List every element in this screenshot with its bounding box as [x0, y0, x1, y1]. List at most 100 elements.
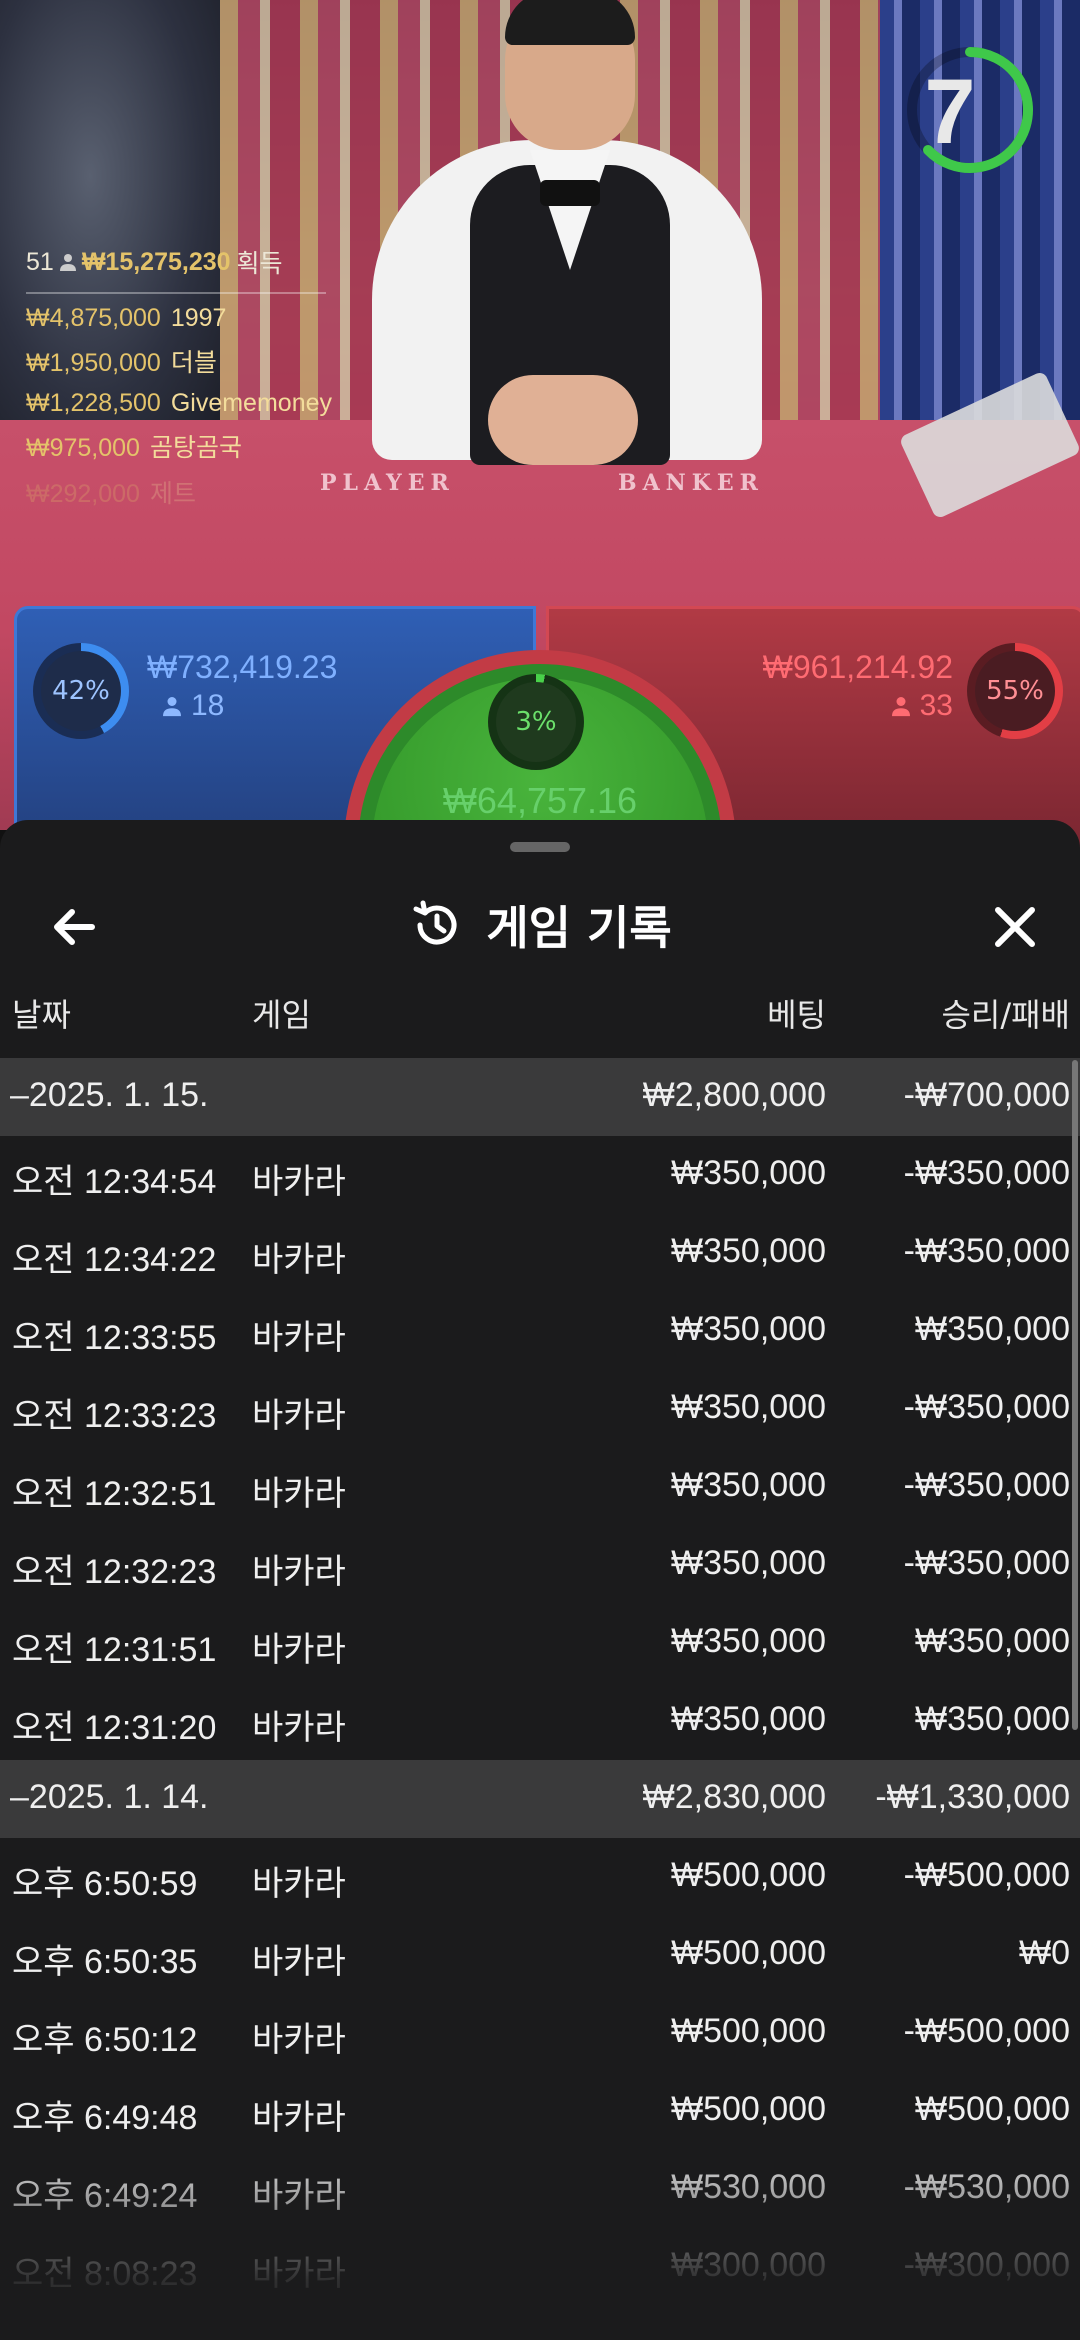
row-result: ₩0: [1019, 1934, 1070, 1972]
row-bet: ₩350,000: [671, 1466, 826, 1504]
winner-row: ₩292,000 제트: [26, 474, 326, 510]
date-group-row[interactable]: –2025. 1. 14. ₩2,830,000 -₩1,330,000: [0, 1760, 1080, 1838]
row-result: -₩300,000: [903, 2246, 1070, 2284]
timer-seconds: 7: [924, 61, 976, 163]
winners-summary: 51 ₩15,275,230 획득: [26, 244, 326, 294]
history-row: 오후 6:50:59 바카라 ₩500,000 -₩500,000: [0, 1838, 1080, 1916]
history-row: 오전 12:32:51 바카라 ₩350,000 -₩350,000: [0, 1448, 1080, 1526]
dealer-hands: [488, 375, 638, 465]
row-game: 바카라: [252, 1163, 346, 1201]
row-result: ₩500,000: [915, 2090, 1070, 2128]
history-row: 오전 12:34:54 바카라 ₩350,000 -₩350,000: [0, 1136, 1080, 1214]
row-result: -₩350,000: [903, 1154, 1070, 1192]
row-date: –2025. 1. 15.: [10, 1076, 209, 1114]
column-bet: 베팅: [767, 996, 826, 1034]
close-icon: [995, 907, 1035, 947]
felt-banker-label: BANKER: [618, 470, 764, 496]
person-icon: [59, 254, 76, 271]
dealer-bowtie: [540, 180, 600, 206]
banker-percent: 55%: [986, 676, 1044, 706]
history-row: 오전 12:32:23 바카라 ₩350,000 -₩350,000: [0, 1526, 1080, 1604]
row-bet: ₩350,000: [671, 1232, 826, 1270]
winner-amount: ₩4,875,000: [26, 304, 161, 332]
round-timer: 7: [900, 40, 1040, 180]
row-date: 오전 12:33:55: [12, 1319, 217, 1357]
banker-bet-amount: ₩961,214.92: [762, 649, 953, 685]
date-group-row[interactable]: –2025. 1. 15. ₩2,800,000 -₩700,000: [0, 1058, 1080, 1136]
winner-row: ₩1,228,500 Givememoney: [26, 389, 332, 418]
row-game: 바카라: [252, 1943, 346, 1981]
player-percent-ring: 42%: [33, 643, 129, 739]
row-date: 오후 6:50:59: [12, 1865, 198, 1903]
player-bettor-count: 18: [163, 689, 224, 723]
column-game: 게임: [252, 996, 311, 1034]
row-bet: ₩500,000: [671, 1856, 826, 1894]
tie-bet-amount: ₩64,757.16: [442, 780, 638, 821]
row-result: ₩350,000: [915, 1622, 1070, 1660]
winner-name: 제트: [149, 480, 196, 508]
winner-name: Givememoney: [170, 389, 332, 417]
player-bet-amount: ₩732,419.23: [147, 649, 338, 685]
banker-bettor-count: 33: [891, 689, 953, 723]
felt-player-label: PLAYER: [320, 470, 455, 496]
row-game: 바카라: [252, 1397, 346, 1435]
history-row: 오전 12:33:55 바카라 ₩350,000 ₩350,000: [0, 1292, 1080, 1370]
row-date: 오후 6:49:24: [12, 2177, 198, 2215]
tie-percent-ring: 3%: [488, 674, 584, 770]
row-game: 바카라: [252, 1865, 346, 1903]
row-result: -₩350,000: [903, 1232, 1070, 1270]
winners-total: ₩15,275,230: [81, 247, 231, 276]
row-result: -₩350,000: [903, 1466, 1070, 1504]
row-bet: ₩300,000: [671, 2246, 826, 2284]
sheet-drag-handle[interactable]: [510, 842, 570, 852]
row-result: -₩700,000: [903, 1076, 1070, 1114]
row-result: ₩350,000: [915, 1310, 1070, 1348]
person-icon: [891, 697, 910, 717]
row-bet: ₩350,000: [671, 1154, 826, 1192]
row-bet: ₩500,000: [671, 2090, 826, 2128]
banker-percent-ring: 55%: [967, 643, 1063, 739]
row-game: 바카라: [252, 1553, 346, 1591]
tie-percent: 3%: [515, 707, 557, 737]
row-result: -₩500,000: [903, 1856, 1070, 1894]
row-game: 바카라: [252, 1241, 346, 1279]
player-bettor-number: 18: [191, 689, 225, 722]
history-icon: [413, 900, 457, 945]
row-date: 오전 12:31:51: [12, 1631, 217, 1669]
row-game: 바카라: [252, 2099, 346, 2137]
close-button[interactable]: [980, 892, 1050, 962]
winner-row: ₩1,950,000 더블: [26, 343, 326, 379]
row-date: 오전 12:32:23: [12, 1553, 217, 1591]
history-row: 오후 6:49:24 바카라 ₩530,000 -₩530,000: [0, 2150, 1080, 2228]
row-result: -₩350,000: [903, 1388, 1070, 1426]
history-row: 오후 6:50:35 바카라 ₩500,000 ₩0: [0, 1916, 1080, 1994]
winners-count: 51: [26, 247, 54, 276]
dealer-hair: [505, 0, 635, 45]
sheet-header: 게임 기록: [0, 880, 1080, 970]
history-row: 오전 12:31:20 바카라 ₩350,000 ₩350,000: [0, 1682, 1080, 1760]
row-bet: ₩500,000: [671, 2012, 826, 2050]
history-row: 오전 12:31:51 바카라 ₩350,000 ₩350,000: [0, 1604, 1080, 1682]
row-date: 오전 8:08:23: [12, 2255, 198, 2293]
row-result: -₩350,000: [903, 1544, 1070, 1582]
scrollbar[interactable]: [1072, 1060, 1078, 1730]
row-date: 오전 12:33:23: [12, 1397, 217, 1435]
row-game: 바카라: [252, 2255, 346, 2293]
row-game: 바카라: [252, 1631, 346, 1669]
row-date: 오전 12:34:22: [12, 1241, 217, 1279]
winner-amount: ₩292,000: [26, 480, 140, 508]
winner-row: ₩4,875,000 1997: [26, 304, 326, 333]
row-result: -₩530,000: [903, 2168, 1070, 2206]
row-date: 오후 6:49:48: [12, 2099, 198, 2137]
history-row: 오전 12:34:22 바카라 ₩350,000 -₩350,000: [0, 1214, 1080, 1292]
row-game: 바카라: [252, 1319, 346, 1357]
row-date: –2025. 1. 14.: [10, 1778, 209, 1816]
player-percent: 42%: [52, 676, 110, 706]
row-date: 오전 12:34:54: [12, 1163, 217, 1201]
history-row: 오후 6:49:48 바카라 ₩500,000 ₩500,000: [0, 2072, 1080, 2150]
row-bet: ₩2,830,000: [642, 1778, 826, 1816]
row-game: 바카라: [252, 1709, 346, 1747]
history-list: –2025. 1. 15. ₩2,800,000 -₩700,000 오전 12:34…: [0, 1058, 1080, 2306]
winner-amount: ₩975,000: [26, 434, 140, 462]
row-bet: ₩350,000: [671, 1544, 826, 1582]
